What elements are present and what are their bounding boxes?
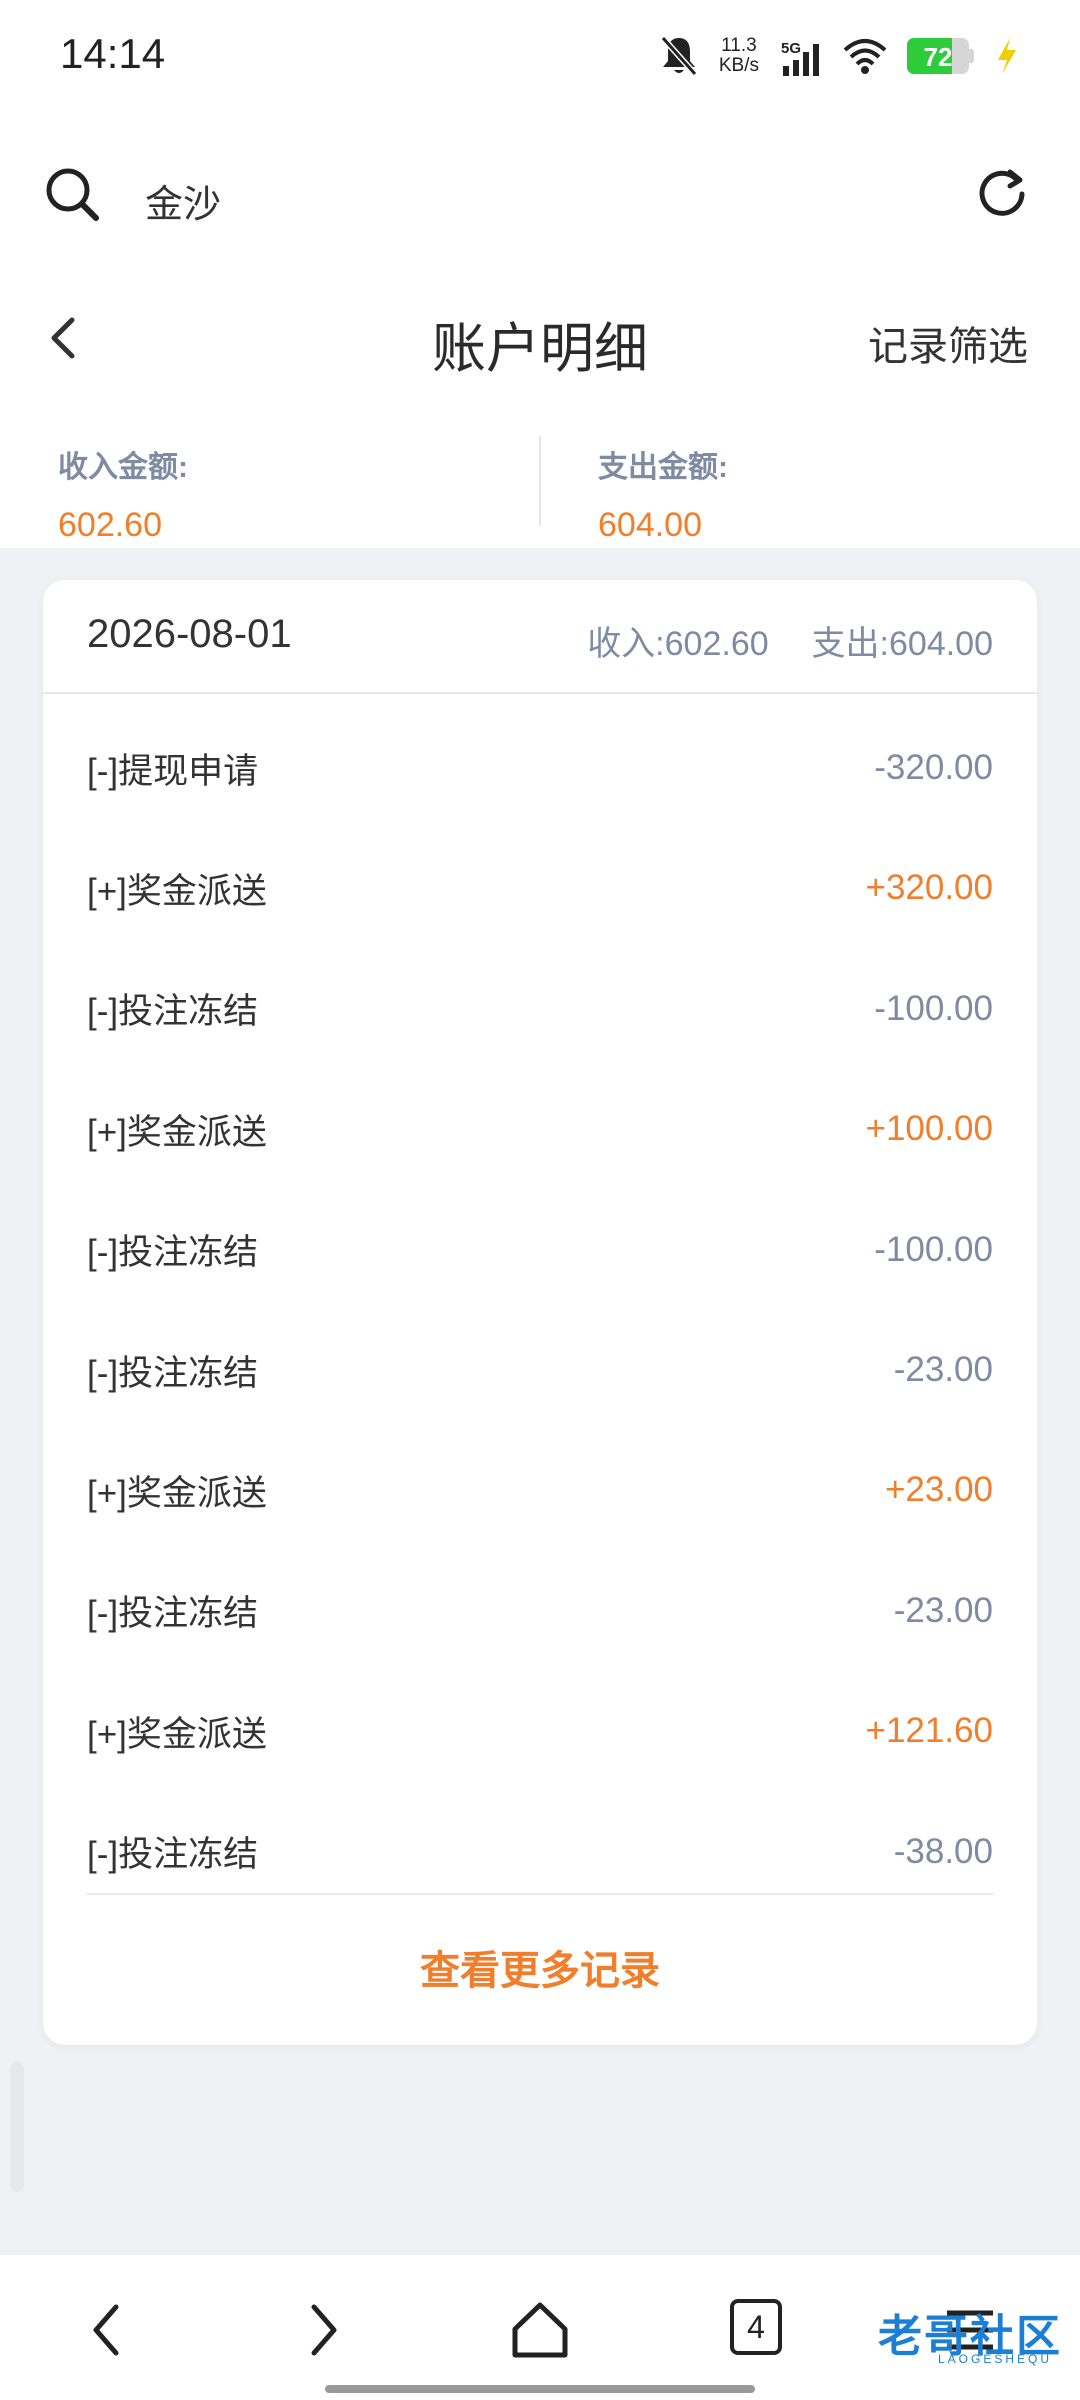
- record-amount: +23.00: [884, 1470, 993, 1510]
- record-label: [-]提现申请: [87, 751, 259, 791]
- list-item[interactable]: [-]投注冻结 -100.00: [87, 1190, 993, 1310]
- list-item[interactable]: [+]奖金派送 +121.60: [87, 1671, 993, 1791]
- list-item[interactable]: [+]奖金派送 +320.00: [87, 828, 993, 948]
- record-date: 2026-08-01: [87, 612, 292, 656]
- back-icon[interactable]: [72, 2295, 142, 2365]
- record-label: [+]奖金派送: [87, 1714, 267, 1754]
- expense-label: 支出金额:: [598, 451, 728, 484]
- card-divider: [87, 1893, 993, 1895]
- record-amount: +121.60: [865, 1711, 994, 1751]
- daily-expense-value: 604.00: [889, 625, 993, 663]
- record-label: [-]投注冻结: [87, 1353, 259, 1393]
- record-amount: +100.00: [865, 1109, 994, 1149]
- signal-5g: 5G: [779, 34, 823, 78]
- record-label: [-]投注冻结: [87, 1233, 259, 1273]
- tabs-button[interactable]: 4: [730, 2299, 782, 2355]
- summary-divider: [539, 436, 541, 526]
- account-summary: 收入金额: 602.60 支出金额: 604.00: [0, 408, 1080, 548]
- view-more-button[interactable]: 查看更多记录: [43, 1938, 1037, 1996]
- home-indicator[interactable]: [325, 2385, 755, 2393]
- record-label: [-]投注冻结: [87, 1835, 259, 1875]
- page-header: 账户明细 记录筛选: [0, 268, 1080, 408]
- battery-level: 72: [923, 42, 953, 72]
- search-icon[interactable]: [42, 164, 102, 224]
- bell-muted-icon: [660, 36, 698, 76]
- income-value: 602.60: [58, 506, 162, 544]
- network-speed-unit: KB/s: [718, 55, 759, 76]
- record-amount: +320.00: [865, 868, 994, 908]
- list-item[interactable]: [-]提现申请 -320.00: [87, 708, 993, 828]
- record-filter-button[interactable]: 记录筛选: [868, 314, 1028, 372]
- status-time: 14:14: [60, 30, 166, 77]
- record-amount: -38.00: [893, 1831, 993, 1871]
- expense-value: 604.00: [598, 506, 702, 544]
- list-item[interactable]: [+]奖金派送 +100.00: [87, 1069, 993, 1189]
- record-label: [-]投注冻结: [87, 1594, 259, 1634]
- list-item[interactable]: [-]投注冻结 -100.00: [87, 949, 993, 1069]
- watermark-subtext: LAOGESHEQU: [937, 2352, 1052, 2366]
- record-amount: -23.00: [893, 1590, 993, 1630]
- list-item[interactable]: [-]投注冻结 -23.00: [87, 1310, 993, 1430]
- refresh-icon[interactable]: [972, 164, 1032, 224]
- status-bar: 14:14 11.3 KB/s 5G 72: [0, 0, 1080, 118]
- list-item[interactable]: [-]投注冻结 -23.00: [87, 1551, 993, 1671]
- income-summary: 收入金额: 602.60: [58, 442, 188, 545]
- daily-expense-prefix: 支出:: [811, 625, 889, 663]
- network-speed-value: 11.3: [721, 35, 757, 56]
- search-query[interactable]: 金沙: [145, 173, 221, 228]
- list-item[interactable]: [+]奖金派送 +23.00: [87, 1430, 993, 1550]
- charging-bolt-icon: [998, 38, 1016, 74]
- browser-search-bar[interactable]: 金沙: [0, 118, 1080, 268]
- records-card: 2026-08-01 收入:602.60 支出:604.00 [-]提现申请 -3…: [43, 580, 1037, 2045]
- home-icon[interactable]: [505, 2295, 575, 2365]
- status-icons: 11.3 KB/s 5G 72: [659, 28, 1020, 84]
- record-amount: -100.00: [874, 988, 993, 1028]
- network-speed: 11.3 KB/s: [719, 36, 759, 76]
- record-amount: -100.00: [874, 1229, 993, 1269]
- record-amount: -23.00: [893, 1350, 993, 1389]
- expense-summary: 支出金额: 604.00: [598, 442, 728, 545]
- income-label: 收入金额:: [58, 451, 188, 484]
- battery: 72: [907, 38, 974, 74]
- record-label: [+]奖金派送: [87, 871, 267, 911]
- scrollbar[interactable]: [10, 2062, 24, 2192]
- record-label: [-]投注冻结: [87, 992, 259, 1032]
- card-header: 2026-08-01 收入:602.60 支出:604.00: [43, 580, 1037, 694]
- daily-income-value: 602.60: [664, 625, 769, 663]
- record-label: [+]奖金派送: [87, 1473, 267, 1513]
- record-label: [+]奖金派送: [87, 1112, 267, 1152]
- forward-icon[interactable]: [288, 2295, 358, 2365]
- cell-signal-icon: [783, 44, 819, 76]
- record-amount: -320.00: [874, 748, 993, 787]
- daily-totals: 收入:602.60 支出:604.00: [587, 616, 993, 665]
- wifi-icon: [843, 39, 887, 74]
- daily-income-prefix: 收入:: [587, 625, 665, 663]
